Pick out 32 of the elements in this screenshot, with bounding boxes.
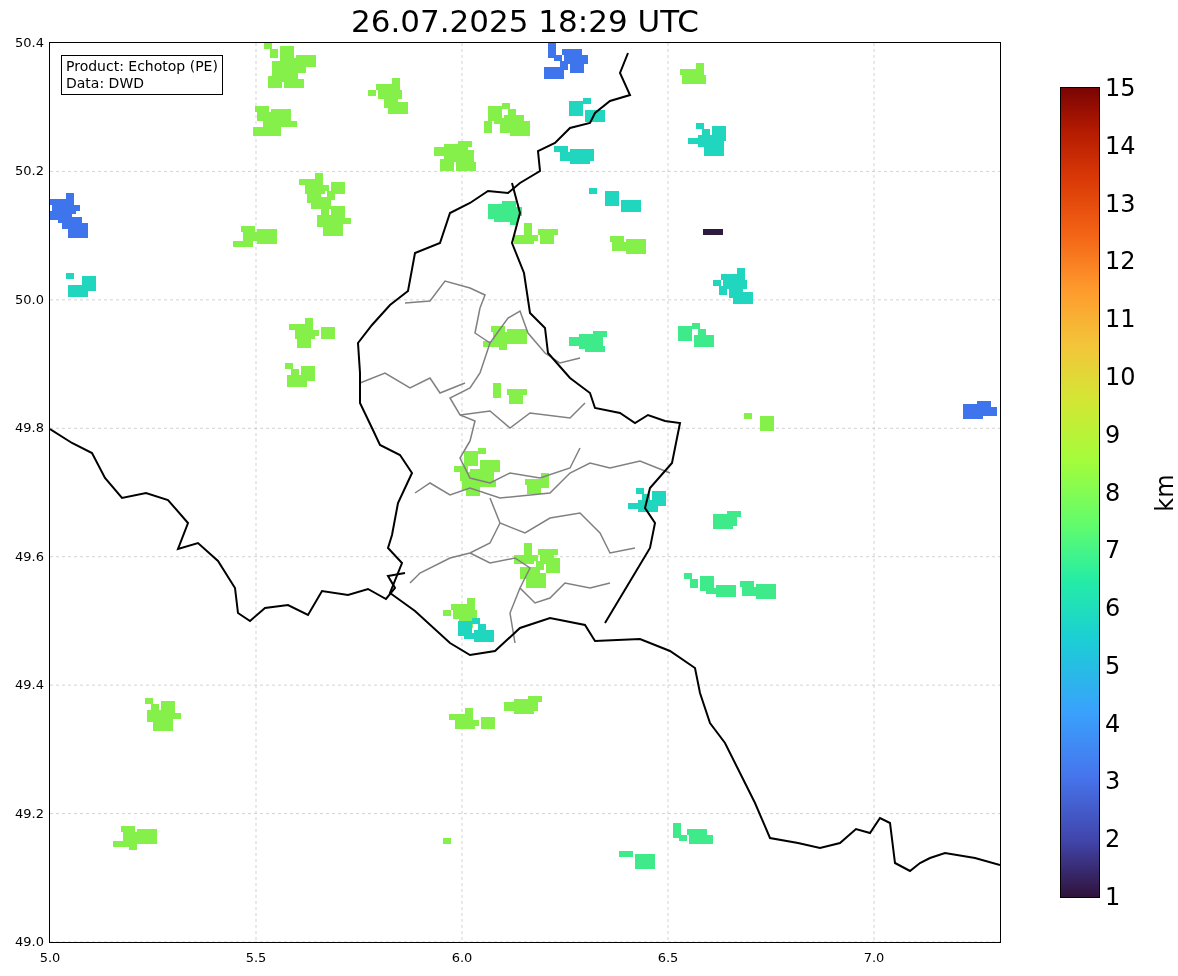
colorbar-tick-label: 12 <box>1105 248 1136 275</box>
colorbar-tick-label: 14 <box>1105 132 1136 159</box>
axis-tick-label: 6.0 <box>451 949 473 967</box>
axis-tick-label: 6.5 <box>657 949 679 967</box>
colorbar-tick-label: 13 <box>1105 190 1136 217</box>
axis-tick-label: 49.2 <box>15 804 44 823</box>
colorbar-tick-label: 6 <box>1105 595 1121 622</box>
axis-tick-label: 50.0 <box>15 291 44 310</box>
legend-text: Product: Echotop (PE) <box>66 58 218 75</box>
colorbar-tick-label: 10 <box>1105 363 1136 390</box>
colorbar-tick-label: 8 <box>1105 479 1121 506</box>
axis-tick-label: 50.2 <box>15 162 44 181</box>
axis-tick-label: 49.8 <box>15 419 44 438</box>
colorbar-tick-label: 4 <box>1105 710 1121 737</box>
axis-tick-label: 49.0 <box>15 933 44 952</box>
chart-title: 26.07.2025 18:29 UTC <box>350 2 700 41</box>
axis-tick-label: 50.4 <box>15 34 44 53</box>
colorbar-tick-label: 3 <box>1105 768 1121 795</box>
colorbar-tick-label: 1 <box>1105 884 1121 910</box>
colorbar-tick-label: 15 <box>1105 75 1136 101</box>
colorbar-tick-label: 2 <box>1105 826 1121 853</box>
axis-tick-label: 49.4 <box>15 676 44 695</box>
colorbar-label: km <box>1150 473 1178 512</box>
colorbar-tick-label: 11 <box>1105 306 1136 333</box>
colorbar-tick-label: 5 <box>1105 652 1121 679</box>
colorbar-tick-label: 7 <box>1105 537 1121 564</box>
colorbar-tick-label: 9 <box>1105 421 1121 448</box>
axis-tick-label: 5.5 <box>245 949 267 967</box>
legend-text: Data: DWD <box>66 75 145 92</box>
axis-tick-label: 7.0 <box>863 949 885 967</box>
axis-tick-label: 5.0 <box>39 949 61 967</box>
axis-tick-label: 49.6 <box>15 547 44 566</box>
